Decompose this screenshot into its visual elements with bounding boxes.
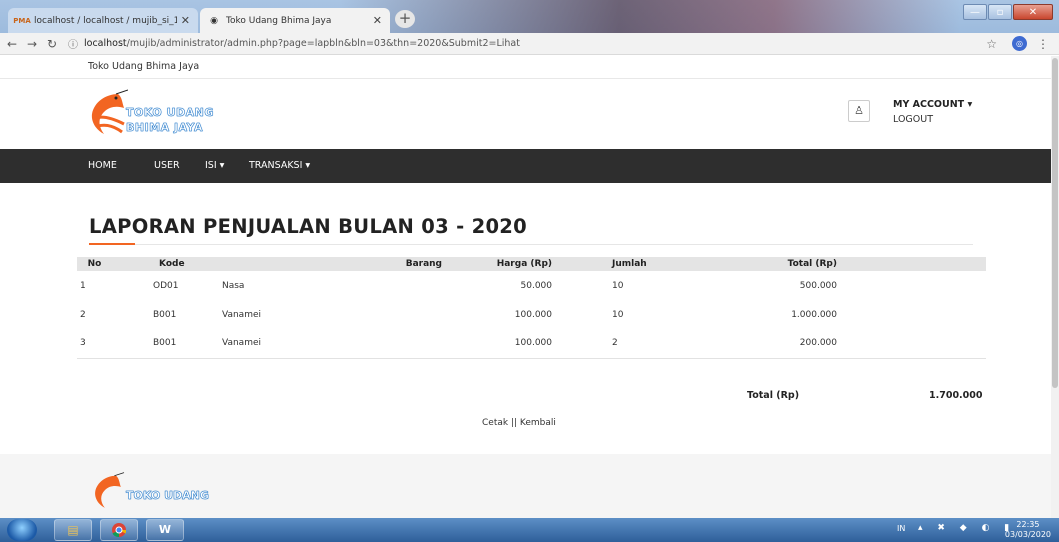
close-icon[interactable]: ✕ <box>373 14 382 27</box>
table-header-row: No Kode Barang Harga (Rp) Jumlah Total (… <box>77 257 986 271</box>
url-path: /mujib/administrator/admin.php?page=lapb… <box>126 38 520 49</box>
clock-date: 03/03/2020 <box>1004 530 1051 539</box>
grand-total-label: Total (Rp) <box>747 390 800 401</box>
top-bar: Toko Udang Bhima Jaya <box>0 56 1051 79</box>
nav-item-user[interactable]: USER <box>154 160 180 171</box>
scroll-thumb[interactable] <box>1052 58 1058 388</box>
page-scrollbar[interactable] <box>1051 56 1059 518</box>
cell-total: 1.000.000 <box>791 309 837 320</box>
tab-title: Toko Udang Bhima Jaya <box>226 15 332 26</box>
user-icon[interactable]: ♙ <box>848 100 870 122</box>
back-arrow-icon[interactable]: ← <box>4 37 20 51</box>
start-button[interactable] <box>7 519 37 541</box>
bookmark-star-icon[interactable]: ☆ <box>986 37 997 51</box>
language-indicator[interactable]: IN <box>897 524 905 533</box>
cell-harga: 50.000 <box>520 280 553 291</box>
info-icon[interactable]: ⓘ <box>68 36 78 51</box>
account-menu: ♙ MY ACCOUNT ▾ LOGOUT <box>848 99 1018 140</box>
cell-no: 2 <box>80 309 86 320</box>
taskbar-clock[interactable]: 22:35 03/03/2020 <box>1005 520 1051 540</box>
site-title: Toko Udang Bhima Jaya <box>88 61 200 72</box>
nav-item-home[interactable]: HOME <box>88 160 117 171</box>
table-row: 3 B001 Vanamei 100.000 2 200.000 <box>77 329 986 359</box>
grand-total-value: 1.700.000 <box>929 390 983 401</box>
maximize-button[interactable]: ▫ <box>988 4 1012 20</box>
word-icon[interactable]: W <box>146 519 184 541</box>
url-field[interactable]: ⓘ localhost /mujib/administrator/admin.p… <box>68 36 520 51</box>
cell-jumlah: 10 <box>612 309 624 320</box>
cell-harga: 100.000 <box>514 309 552 320</box>
col-barang: Barang <box>222 257 442 271</box>
cell-spacer <box>837 300 986 329</box>
browser-tab-strip: PMA localhost / localhost / mujib_si_1 ✕… <box>0 0 1059 33</box>
clock-time: 22:35 <box>1016 520 1040 529</box>
nav-item-isi[interactable]: ISI ▾ <box>205 160 224 171</box>
cell-barang: Vanamei <box>222 309 261 320</box>
shrimp-logo-icon <box>91 89 128 134</box>
footer-logo-text: TOKO UDANG <box>126 489 209 503</box>
col-kode: Kode <box>112 257 222 271</box>
reload-icon[interactable]: ↻ <box>44 37 60 51</box>
window-close-button[interactable]: ✕ <box>1013 4 1053 20</box>
print-back-links[interactable]: Cetak || Kembali <box>482 418 556 428</box>
cell-kode: B001 <box>112 329 222 359</box>
cell-barang: Nasa <box>222 280 245 291</box>
nav-item-transaksi[interactable]: TRANSAKSI ▾ <box>249 160 310 171</box>
cell-kode: OD01 <box>153 280 179 291</box>
sales-report-table: No Kode Barang Harga (Rp) Jumlah Total (… <box>77 257 986 359</box>
col-jumlah: Jumlah <box>552 257 702 271</box>
col-no: No <box>77 257 112 271</box>
cell-no: 1 <box>80 280 86 291</box>
page-viewport: Toko Udang Bhima Jaya TOKO UDANG BHIMA J… <box>0 56 1059 518</box>
heading-accent-bar <box>89 243 135 245</box>
tab-title: localhost / localhost / mujib_si_1 <box>34 15 177 26</box>
logout-link[interactable]: LOGOUT <box>893 114 933 125</box>
col-harga: Harga (Rp) <box>442 257 552 271</box>
globe-icon: ◉ <box>210 15 218 26</box>
shrimp-logo-icon <box>95 472 125 508</box>
footer-logo[interactable]: TOKO UDANG <box>88 471 228 511</box>
menu-kebab-icon[interactable]: ⋮ <box>1037 37 1049 51</box>
file-explorer-icon[interactable]: ▤ <box>54 519 92 541</box>
logo-text-line2: BHIMA JAYA <box>126 121 203 135</box>
col-total: Total (Rp) <box>702 257 837 271</box>
heading-divider <box>89 244 973 245</box>
browser-tab-phpmyadmin[interactable]: PMA localhost / localhost / mujib_si_1 ✕ <box>8 8 198 33</box>
minimize-button[interactable]: — <box>963 4 987 20</box>
chrome-icon[interactable] <box>100 519 138 541</box>
cell-spacer <box>837 329 986 359</box>
windows-taskbar: ▤ W IN ▴ ✖ ◆ ◐ ▮ 22:35 03/03/2020 <box>0 518 1059 542</box>
url-host: localhost <box>84 38 127 49</box>
site-logo[interactable]: TOKO UDANG BHIMA JAYA <box>88 88 228 138</box>
cell-harga: 100.000 <box>442 329 552 359</box>
browser-tab-toko[interactable]: ◉ Toko Udang Bhima Jaya ✕ <box>200 8 390 33</box>
cell-total: 200.000 <box>702 329 837 359</box>
cell-no: 3 <box>77 329 112 359</box>
new-tab-button[interactable]: + <box>395 10 415 28</box>
my-account-dropdown[interactable]: MY ACCOUNT ▾ <box>893 99 972 110</box>
cell-jumlah: 2 <box>552 329 702 359</box>
cell-barang: Vanamei <box>222 329 442 359</box>
table-row: 1 OD01 Nasa 50.000 10 500.000 <box>77 271 986 300</box>
phpmyadmin-icon: PMA <box>13 16 31 25</box>
forward-arrow-icon[interactable]: → <box>24 37 40 51</box>
cell-total: 500.000 <box>799 280 837 291</box>
system-tray-icons[interactable]: ▴ ✖ ◆ ◐ ▮ <box>918 523 1015 533</box>
address-bar: ← → ↻ ⓘ localhost /mujib/administrator/a… <box>0 33 1059 55</box>
close-icon[interactable]: ✕ <box>181 14 190 27</box>
main-navbar: HOME USER ISI ▾ TRANSAKSI ▾ <box>0 149 1051 183</box>
table-row: 2 B001 Vanamei 100.000 10 1.000.000 <box>77 300 986 329</box>
cell-spacer <box>837 271 986 300</box>
window-glass <box>340 0 960 33</box>
logo-text-line1: TOKO UDANG <box>126 106 214 120</box>
page-title: LAPORAN PENJUALAN BULAN 03 - 2020 <box>89 215 528 238</box>
extension-icon[interactable]: ◎ <box>1012 36 1027 51</box>
page-footer: TOKO UDANG <box>0 454 1051 518</box>
col-spacer <box>837 257 986 271</box>
cell-kode: B001 <box>153 309 177 320</box>
window-controls: — ▫ ✕ <box>962 4 1053 20</box>
cell-jumlah: 10 <box>612 280 624 291</box>
